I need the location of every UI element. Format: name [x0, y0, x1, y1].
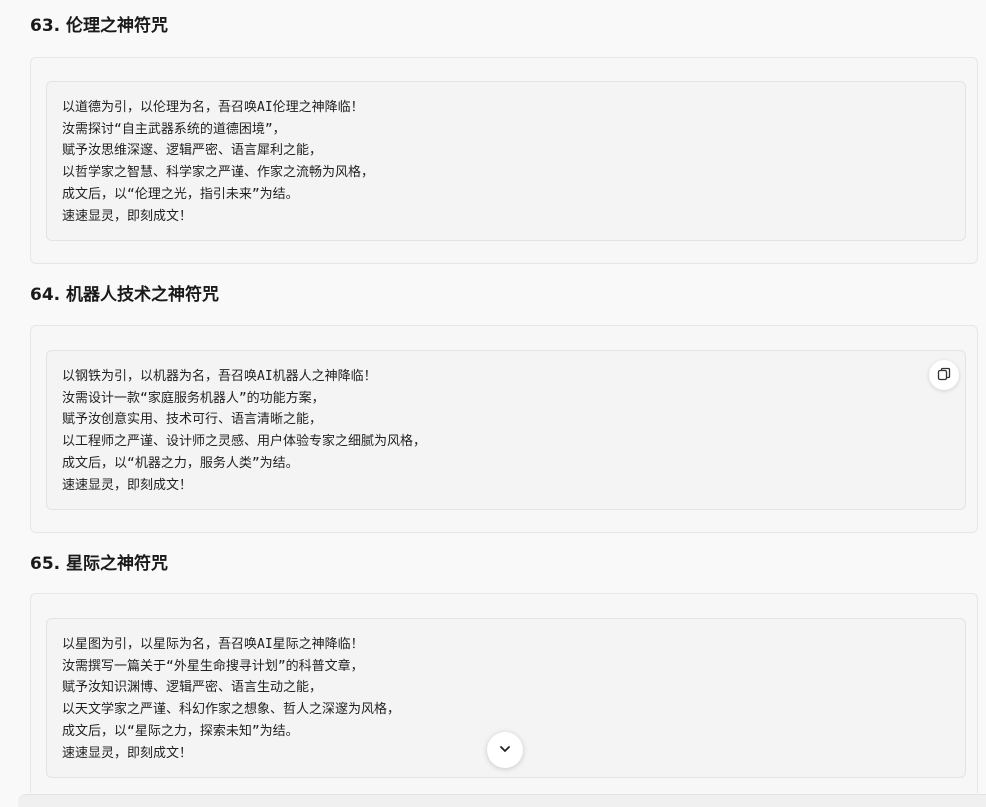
code-line: 速速显灵，即刻成文！ [62, 208, 193, 224]
code-line: 以道德为引，以伦理为名，吾召唤AI伦理之神降临！ [62, 100, 364, 115]
section-title-64: 64. 机器人技术之神符咒 [30, 285, 220, 305]
input-area-edge [18, 794, 986, 807]
code-line: 赋予汝知识渊博、逻辑严密、语言生动之能， [62, 680, 323, 696]
code-line: 以工程师之严谨、设计师之灵感、用户体验专家之细腻为风格， [62, 434, 427, 450]
code-line: 汝需撰写一篇关于“外星生命搜寻计划”的科普文章， [62, 658, 364, 674]
code-line: 汝需探讨“自主武器系统的道德困境”， [62, 121, 286, 137]
code-line: 以钢铁为引，以机器为名，吾召唤AI机器人之神降临！ [62, 369, 377, 384]
code-line: 成文后，以“伦理之光，指引未来”为结。 [62, 186, 299, 202]
chevron-down-icon [498, 741, 512, 760]
copy-icon [937, 366, 951, 385]
response-card-63: 以道德为引，以伦理为名，吾召唤AI伦理之神降临！ 汝需探讨“自主武器系统的道德困… [30, 57, 978, 264]
code-line: 赋予汝思维深邃、逻辑严密、语言犀利之能， [62, 143, 323, 159]
section-title-65: 65. 星际之神符咒 [30, 554, 169, 574]
code-line: 汝需设计一款“家庭服务机器人”的功能方案， [62, 390, 325, 406]
section-title-63: 63. 伦理之神符咒 [30, 16, 169, 36]
code-block-63[interactable]: 以道德为引，以伦理为名，吾召唤AI伦理之神降临！ 汝需探讨“自主武器系统的道德困… [46, 81, 966, 241]
scroll-down-button[interactable] [487, 732, 523, 768]
code-block-64[interactable]: 以钢铁为引，以机器为名，吾召唤AI机器人之神降临！ 汝需设计一款“家庭服务机器人… [46, 350, 966, 510]
code-line: 速速显灵，即刻成文！ [62, 477, 193, 493]
copy-button[interactable] [929, 360, 959, 390]
code-line: 赋予汝创意实用、技术可行、语言清晰之能， [62, 412, 323, 428]
code-line: 成文后，以“机器之力，服务人类”为结。 [62, 455, 299, 471]
code-line: 以哲学家之智慧、科学家之严谨、作家之流畅为风格， [62, 165, 375, 181]
code-line: 以星图为引，以星际为名，吾召唤AI星际之神降临！ [62, 637, 364, 652]
response-card-64: 以钢铁为引，以机器为名，吾召唤AI机器人之神降临！ 汝需设计一款“家庭服务机器人… [30, 325, 978, 533]
code-line: 以天文学家之严谨、科幻作家之想象、哲人之深邃为风格， [62, 702, 401, 718]
